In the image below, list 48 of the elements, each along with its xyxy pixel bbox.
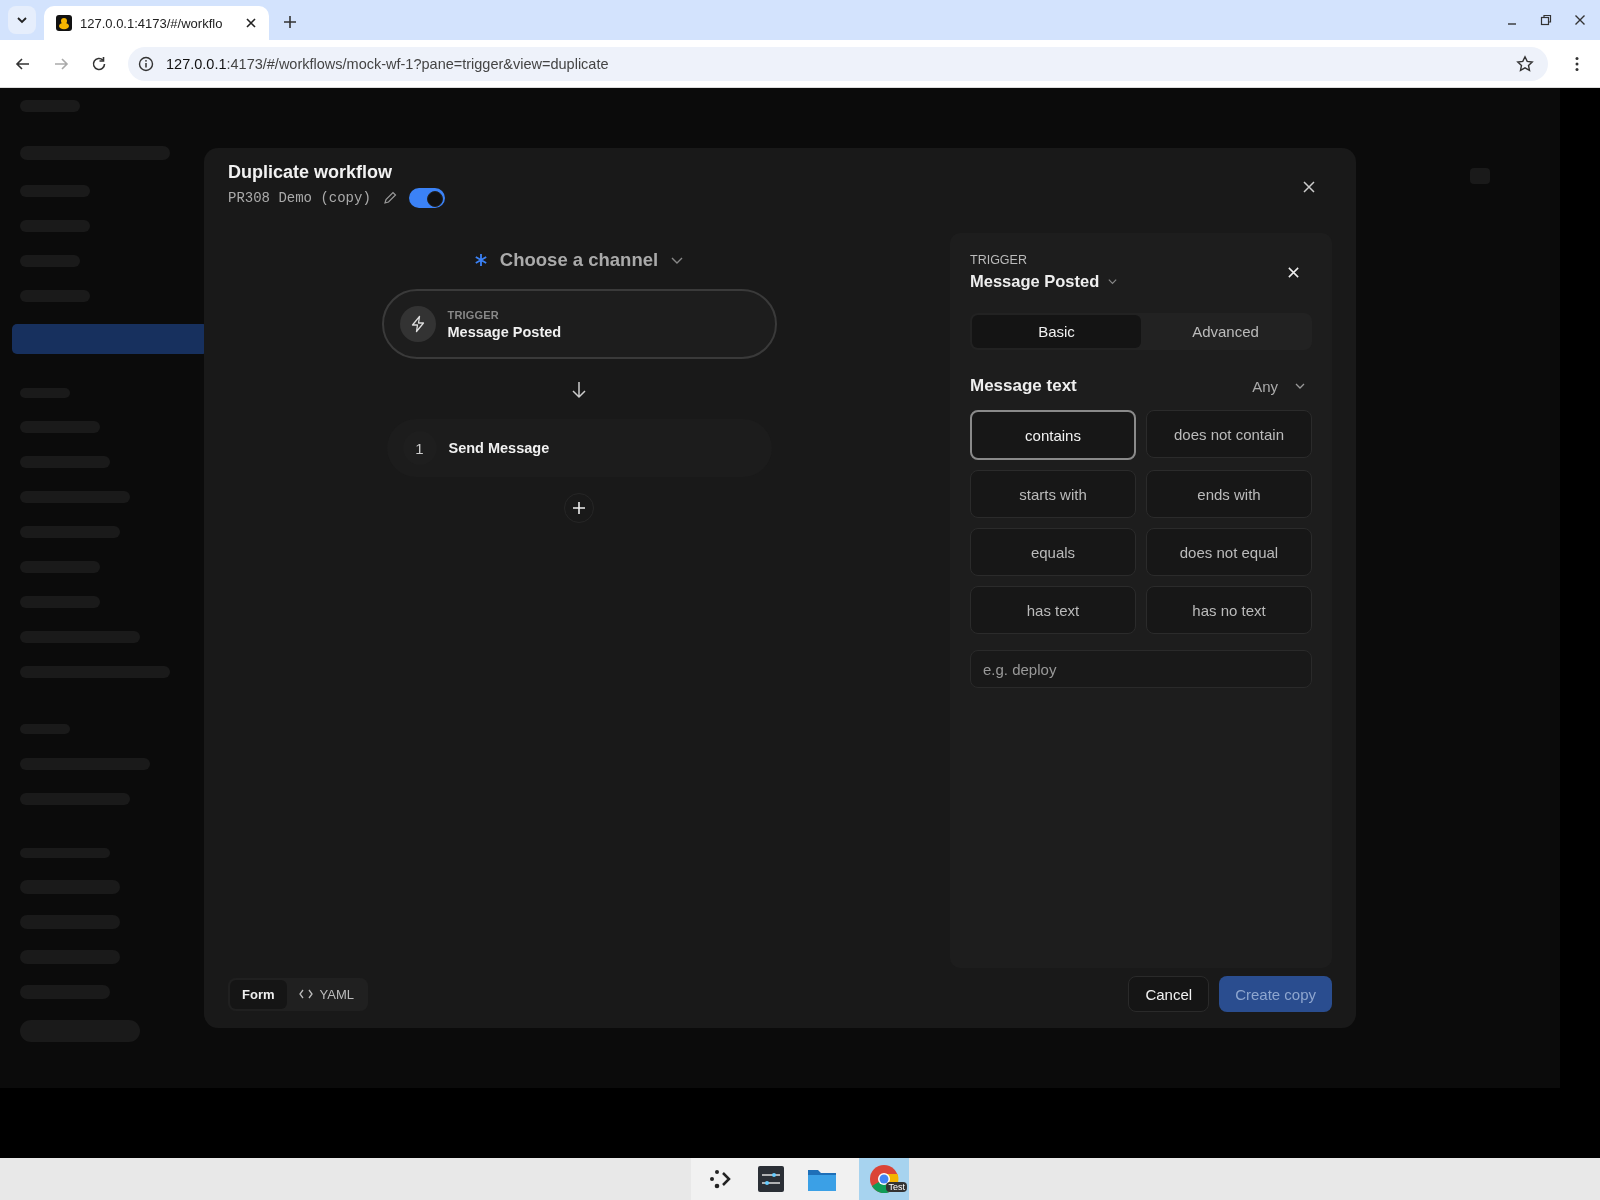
- code-icon: [298, 989, 313, 999]
- operator-option[interactable]: equals: [970, 528, 1136, 576]
- operator-option[interactable]: ends with: [1146, 470, 1312, 518]
- trigger-type-selector[interactable]: Message Posted: [970, 272, 1119, 291]
- operator-option[interactable]: contains: [970, 410, 1136, 460]
- plus-icon: [573, 502, 585, 514]
- view-mode-tab[interactable]: Form: [230, 979, 287, 1009]
- match-selector[interactable]: Any: [1252, 377, 1312, 395]
- browser-tab[interactable]: 127.0.0.1:4173/#/workflo: [44, 6, 269, 40]
- operator-option[interactable]: starts with: [970, 470, 1136, 518]
- operator-option[interactable]: does not contain: [1146, 410, 1312, 458]
- panel-label: TRIGGER: [970, 253, 1028, 267]
- workflow-name: PR308 Demo (copy): [228, 190, 371, 206]
- star-icon[interactable]: [1516, 54, 1534, 73]
- cancel-button[interactable]: Cancel: [1128, 976, 1210, 1012]
- pencil-icon[interactable]: [382, 191, 397, 205]
- tab-list-button[interactable]: [8, 6, 36, 34]
- sliders-icon[interactable]: [757, 1165, 785, 1193]
- close-icon[interactable]: [245, 17, 257, 29]
- field-label: Message text: [970, 376, 1077, 396]
- channel-selector[interactable]: Choose a channel: [463, 245, 695, 275]
- enabled-toggle[interactable]: [408, 188, 445, 208]
- chevron-down-icon: [1107, 276, 1119, 287]
- panel-tab[interactable]: Advanced: [1141, 315, 1310, 348]
- profile-badge: Test: [886, 1182, 907, 1192]
- info-icon: [138, 55, 154, 72]
- reload-icon[interactable]: [90, 54, 108, 73]
- browser-taskbar-button[interactable]: Test: [859, 1158, 909, 1200]
- tab-title: 127.0.0.1:4173/#/workflo: [80, 15, 224, 31]
- node-title: Message Posted: [447, 323, 562, 340]
- view-mode-tab[interactable]: YAML: [286, 979, 366, 1009]
- operator-option[interactable]: has no text: [1146, 586, 1312, 634]
- url-text: 127.0.0.1:4173/#/workflows/mock-wf-1?pane=trigger&view=duplicate: [166, 55, 609, 72]
- asterisk-icon: [473, 253, 488, 267]
- trigger-node[interactable]: TRIGGER Message Posted: [381, 289, 777, 359]
- close-icon[interactable]: [1574, 14, 1586, 26]
- new-tab-icon[interactable]: [283, 15, 297, 29]
- node-label: TRIGGER: [447, 308, 500, 321]
- restore-icon[interactable]: [1540, 14, 1552, 26]
- panel-tab[interactable]: Basic: [972, 315, 1141, 348]
- chevron-down-icon: [16, 14, 28, 26]
- dialog-title: Duplicate workflow: [228, 162, 394, 183]
- arrow-down-icon: [571, 381, 587, 399]
- operator-option[interactable]: has text: [970, 586, 1136, 634]
- operator-option[interactable]: does not equal: [1146, 528, 1312, 576]
- address-bar[interactable]: 127.0.0.1:4173/#/workflows/mock-wf-1?pane=trigger&view=duplicate: [128, 46, 1548, 81]
- value-input[interactable]: e.g. deploy: [970, 650, 1312, 688]
- node-title: Send Message: [448, 440, 550, 456]
